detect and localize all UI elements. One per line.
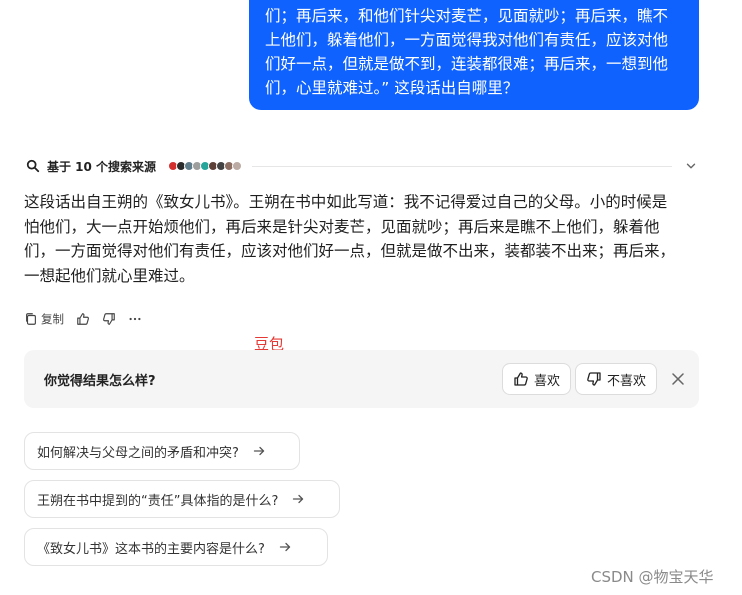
- suggestion-text: 王朔在书中提到的“责任”具体指的是什么?: [37, 493, 279, 509]
- divider: [252, 165, 672, 167]
- user-message-line: 们；再后来，和他们针尖对麦芒，见面就吵；再后来，瞧不: [265, 7, 669, 25]
- more-button[interactable]: [128, 312, 142, 326]
- copy-button[interactable]: 复制: [24, 311, 64, 327]
- user-message-line: 们，心里就难过。” 这段话出自哪里？: [265, 79, 519, 97]
- user-message-line: 们好一点，但就是做不到，连装都很难；再后来，一想到他: [265, 55, 669, 73]
- source-icon: [232, 161, 243, 171]
- chevron-down-icon[interactable]: [684, 159, 698, 173]
- arrow-right-icon: [279, 542, 291, 552]
- suggestion-text: 如何解决与父母之间的矛盾和冲突?: [37, 445, 239, 461]
- answer-line: 这段话出自王朔的《致女儿书》。王朔在书中如此写道：我不记得爱过自己的父母。小的时…: [24, 193, 668, 211]
- answer-line: 们，一方面觉得对他们有责任，应该对他们好一点，但就是做不出来，装都装不出来；再后…: [24, 242, 676, 260]
- chat-page: 们；再后来，和他们针尖对麦芒，见面就吵；再后来，瞧不 上他们，躲着他们，一方面觉…: [0, 0, 742, 595]
- thumbs-up-button[interactable]: [76, 312, 90, 326]
- suggestion-text: 《致女儿书》这本书的主要内容是什么?: [37, 541, 265, 557]
- thumbs-down-icon: [587, 372, 601, 386]
- arrow-right-icon: [293, 494, 304, 504]
- user-message-line: 上他们，躲着他们，一方面觉得我对他们有责任，应该对他: [265, 31, 669, 49]
- sources-label: 基于 10 个搜索来源: [47, 159, 157, 174]
- feedback-question: 你觉得结果怎么样?: [44, 373, 156, 389]
- watermark: CSDN @物宝天华: [591, 568, 714, 586]
- thumbs-up-icon: [514, 372, 528, 386]
- copy-label: 复制: [41, 312, 64, 326]
- thumbs-up-icon: [77, 313, 89, 325]
- dislike-label: 不喜欢: [606, 373, 646, 389]
- suggestion-item[interactable]: 《致女儿书》这本书的主要内容是什么?: [24, 528, 328, 566]
- close-icon[interactable]: [671, 372, 685, 386]
- answer-actions: 复制: [24, 309, 154, 329]
- arrow-right-icon: [253, 446, 265, 456]
- thumbs-down-button[interactable]: [102, 312, 116, 326]
- answer-line: 一想起他们就心里难过。: [24, 266, 195, 285]
- feedback-card: 你觉得结果怎么样? 喜欢 不喜欢: [24, 350, 699, 408]
- search-icon: [26, 159, 40, 173]
- user-message-bubble: 们；再后来，和他们针尖对麦芒，见面就吵；再后来，瞧不 上他们，躲着他们，一方面觉…: [249, 0, 699, 110]
- like-button[interactable]: 喜欢: [501, 363, 571, 395]
- suggestion-item[interactable]: 如何解决与父母之间的矛盾和冲突?: [24, 432, 300, 470]
- suggestion-item[interactable]: 王朔在书中提到的“责任”具体指的是什么?: [24, 480, 340, 518]
- answer-line: 怕他们，大一点开始烦他们，再后来是针尖对麦芒，见面就吵；再后来是瞧不上他们，躲着…: [24, 217, 660, 236]
- source-icons: [168, 161, 243, 171]
- more-icon: [129, 317, 141, 321]
- search-sources-bar[interactable]: 基于 10 个搜索来源: [26, 154, 698, 178]
- copy-icon: [26, 313, 36, 325]
- dislike-button[interactable]: 不喜欢: [574, 363, 657, 395]
- like-label: 喜欢: [533, 373, 560, 389]
- assistant-answer: 这段话出自王朔的《致女儿书》。王朔在书中如此写道：我不记得爱过自己的父母。小的时…: [24, 190, 699, 288]
- thumbs-down-icon: [103, 313, 115, 325]
